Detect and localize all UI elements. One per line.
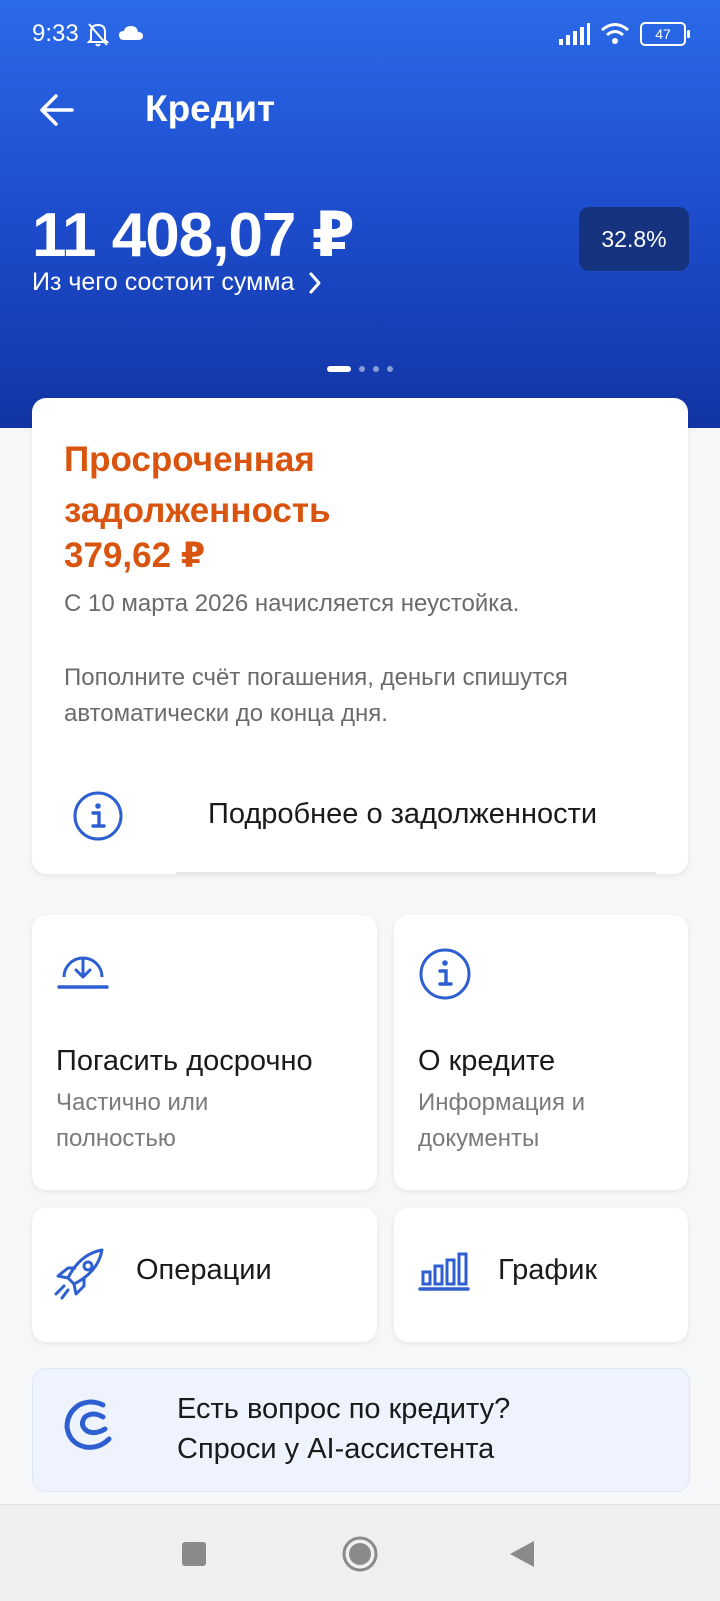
bell-muted-icon	[86, 23, 110, 47]
home-icon[interactable]	[342, 1536, 378, 1572]
ai-banner-text: Есть вопрос по кредиту? Спроси у AI-асси…	[177, 1389, 510, 1469]
page-dot	[359, 366, 365, 372]
debt-details-link[interactable]: Подробнее о задолженности	[72, 790, 597, 842]
amount-breakdown-label: Из чего состоит сумма	[32, 268, 295, 296]
tile-about-loan[interactable]: О кредите Информация и документы	[394, 915, 688, 1190]
debt-details-label: Подробнее о задолженности	[208, 798, 598, 830]
ai-banner-line1: Есть вопрос по кредиту?	[177, 1393, 511, 1425]
tile-early-repayment[interactable]: Погасить досрочно Частично или полностью	[32, 915, 377, 1190]
battery-icon: 47	[640, 22, 690, 46]
recent-apps-icon[interactable]	[181, 1541, 207, 1567]
tile-operations[interactable]: Операции	[32, 1208, 377, 1342]
tile-schedule[interactable]: График	[394, 1208, 688, 1342]
signal-icon	[559, 23, 590, 45]
info-icon	[73, 791, 123, 841]
overdue-amount: 379,62 ₽	[64, 536, 206, 575]
status-right: 47	[558, 22, 690, 46]
back-arrow-icon[interactable]	[36, 90, 76, 130]
penalty-note: С 10 марта 2026 начисляется неустойка.	[64, 590, 520, 617]
loan-amount: 11 408,07 ₽	[32, 201, 355, 270]
ai-banner-line2: Спроси у AI-ассистента	[177, 1433, 495, 1465]
rocket-icon	[54, 1248, 104, 1300]
system-nav-bar	[0, 1504, 720, 1601]
tile-subtitle: Информация и документы	[418, 1089, 586, 1152]
overdue-card: Просроченная задолженность 379,62 ₽ С 10…	[32, 398, 688, 874]
page-dot	[373, 366, 379, 372]
page-title: Кредит	[145, 88, 276, 129]
tile-title: Операции	[136, 1254, 272, 1286]
tile-title: График	[498, 1254, 598, 1286]
wifi-icon	[601, 23, 629, 44]
divider	[176, 872, 656, 874]
cloud-icon	[119, 26, 143, 40]
rate-badge[interactable]: 32.8%	[579, 207, 689, 271]
ai-assistant-banner[interactable]: Есть вопрос по кредиту? Спроси у AI-асси…	[32, 1368, 690, 1492]
page-indicator	[327, 366, 393, 372]
header: 9:33 47 Кредит 11 408,07 ₽ Из чего состо…	[0, 0, 720, 428]
chevron-right-icon	[309, 272, 321, 293]
tile-subtitle: Частично или полностью	[56, 1089, 209, 1152]
repayment-instruction: Пополните счёт погашения, деньги спишутс…	[64, 664, 568, 727]
info-icon	[419, 948, 471, 1000]
overdue-title: Просроченная задолженность	[64, 440, 331, 530]
status-time: 9:33	[32, 20, 79, 47]
back-triangle-icon[interactable]	[508, 1539, 536, 1569]
status-bar: 9:33 47	[0, 0, 720, 70]
bar-chart-icon	[418, 1252, 470, 1291]
page-dot	[387, 366, 393, 372]
download-circle-icon	[57, 956, 109, 989]
ai-assistant-logo-icon	[64, 1399, 112, 1450]
page-dot-active	[327, 366, 351, 372]
tile-title: Погасить досрочно	[56, 1045, 313, 1077]
amount-breakdown-link[interactable]: Из чего состоит сумма	[32, 268, 322, 297]
tile-title: О кредите	[418, 1045, 556, 1077]
